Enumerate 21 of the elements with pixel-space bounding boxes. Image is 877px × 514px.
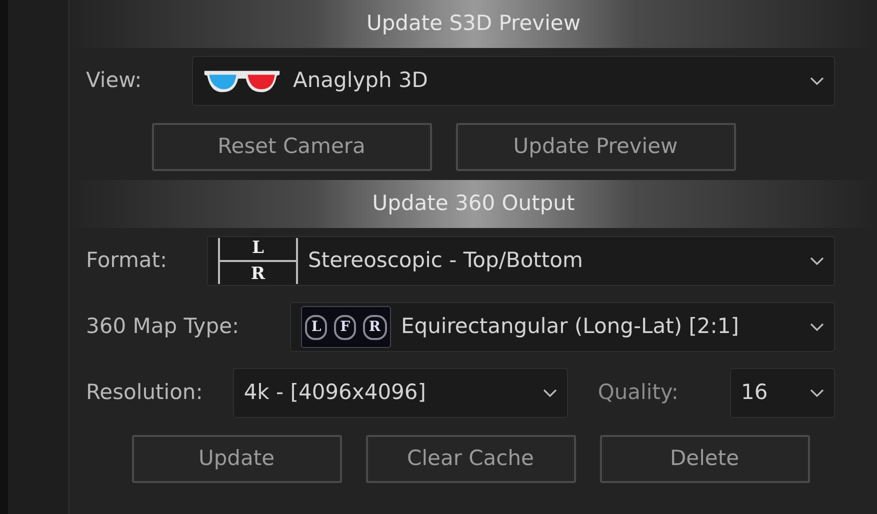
action-button[interactable]: Update <box>132 435 342 483</box>
chevron-down-icon <box>810 256 824 266</box>
field-label: Format: <box>86 247 168 274</box>
field-label: 360 Map Type: <box>86 313 240 340</box>
dropdown[interactable]: Anaglyph 3D <box>192 56 835 106</box>
chevron-down-icon <box>810 76 824 86</box>
action-button[interactable]: Update Preview <box>456 123 736 171</box>
field-label: Quality: <box>598 379 678 406</box>
chevron-down-icon <box>542 388 557 398</box>
chevron-down-icon <box>810 322 824 332</box>
chevron-down-icon <box>810 388 824 398</box>
action-button[interactable]: Clear Cache <box>366 435 576 483</box>
field-label: Resolution: <box>86 379 203 406</box>
dropdown[interactable]: 4k - [4096x4096] <box>232 368 568 418</box>
equirectangular-map-icon: L F R <box>301 306 391 348</box>
dropdown[interactable]: 16 <box>730 368 835 418</box>
action-button[interactable]: Delete <box>600 435 810 483</box>
action-button[interactable]: Reset Camera <box>152 123 432 171</box>
dropdown[interactable]: L R Stereoscopic - Top/Bottom <box>207 236 835 286</box>
field-label: View: <box>86 67 142 94</box>
dropdown[interactable]: L F R Equirectangular (Long-Lat) [2:1] <box>290 302 835 352</box>
